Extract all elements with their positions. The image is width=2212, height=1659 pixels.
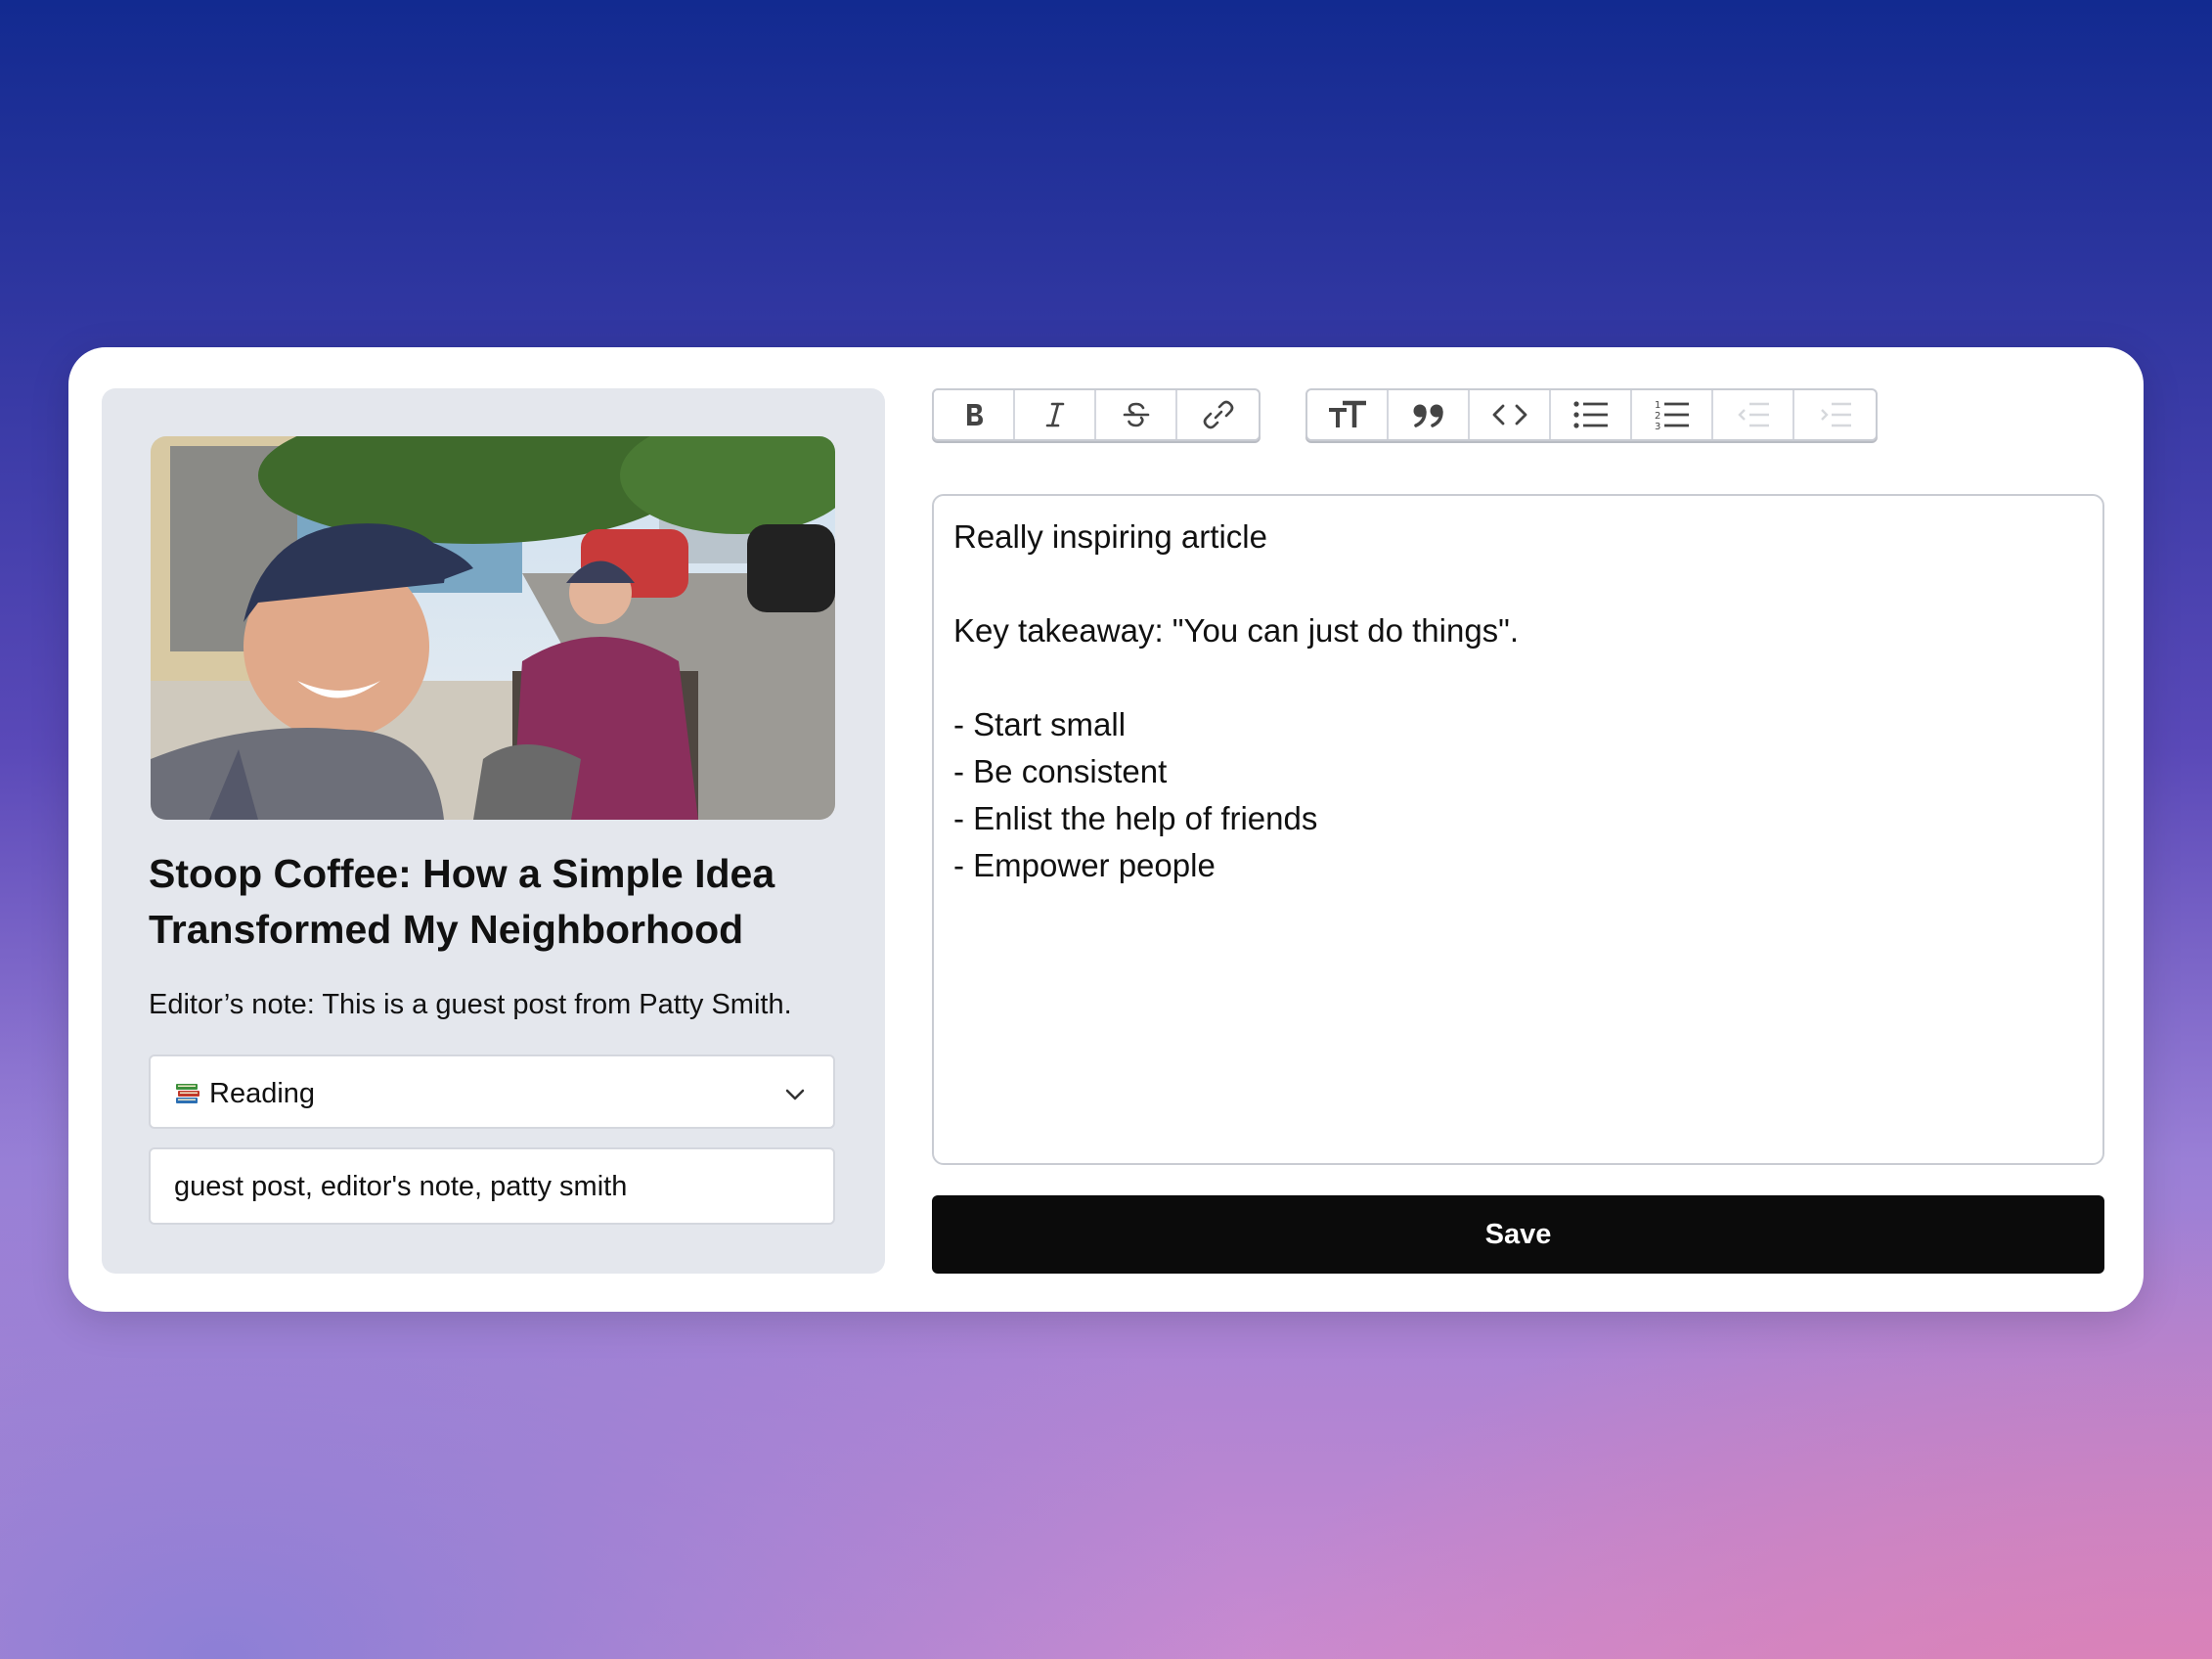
- tags-input[interactable]: guest post, editor's note, patty smith: [149, 1147, 835, 1225]
- formatting-toolbar-block: 1 2 3: [1305, 388, 1878, 441]
- article-preview-panel: Stoop Coffee: How a Simple Idea Transfor…: [102, 388, 885, 1274]
- editor-line: - Start small: [953, 706, 1127, 742]
- bullet-list-button[interactable]: [1551, 390, 1632, 439]
- outdent-button[interactable]: [1713, 390, 1794, 439]
- indent-button[interactable]: [1794, 390, 1876, 439]
- note-text-editor[interactable]: Really inspiring article Key takeaway: "…: [932, 494, 2104, 1165]
- italic-icon: [1045, 402, 1064, 427]
- books-emoji-icon: [176, 1084, 199, 1103]
- bold-button[interactable]: [934, 390, 1015, 439]
- heading-button[interactable]: [1307, 390, 1389, 439]
- link-icon: [1203, 400, 1233, 429]
- quote-button[interactable]: [1389, 390, 1470, 439]
- photo-illustration: [151, 436, 835, 820]
- editor-line: - Empower people: [953, 847, 1216, 883]
- svg-text:2: 2: [1655, 411, 1660, 422]
- article-title: Stoop Coffee: How a Simple Idea Transfor…: [149, 851, 775, 952]
- editor-line: Key takeaway: "You can just do things".: [953, 612, 1520, 649]
- article-photo: [151, 436, 835, 820]
- strikethrough-button[interactable]: [1096, 390, 1177, 439]
- italic-button[interactable]: [1015, 390, 1096, 439]
- note-editor-card: Stoop Coffee: How a Simple Idea Transfor…: [68, 347, 2144, 1312]
- numbered-list-button[interactable]: 1 2 3: [1632, 390, 1713, 439]
- outdent-icon: [1737, 402, 1769, 427]
- link-button[interactable]: [1177, 390, 1259, 439]
- numbered-list-icon: 1 2 3: [1655, 400, 1689, 431]
- editor-line: - Enlist the help of friends: [953, 800, 1318, 836]
- chevron-down-icon: [785, 1089, 805, 1100]
- svg-text:1: 1: [1655, 400, 1660, 411]
- bullet-list-icon: [1572, 401, 1608, 428]
- heading-icon: [1328, 400, 1366, 427]
- code-icon: [1492, 404, 1526, 426]
- quote-icon: [1413, 404, 1443, 427]
- indent-icon: [1820, 402, 1851, 427]
- svg-text:3: 3: [1655, 422, 1660, 431]
- save-button[interactable]: Save: [932, 1195, 2104, 1274]
- bold-icon: [966, 404, 983, 426]
- formatting-toolbar-inline: [932, 388, 1261, 441]
- category-selected-value: Reading: [209, 1078, 316, 1109]
- editor-line: Really inspiring article: [953, 518, 1267, 555]
- editor-note: Editor’s note: This is a guest post from…: [149, 989, 792, 1020]
- strikethrough-icon: [1123, 402, 1149, 427]
- code-button[interactable]: [1470, 390, 1551, 439]
- category-select[interactable]: Reading: [149, 1054, 835, 1129]
- editor-line: - Be consistent: [953, 753, 1168, 789]
